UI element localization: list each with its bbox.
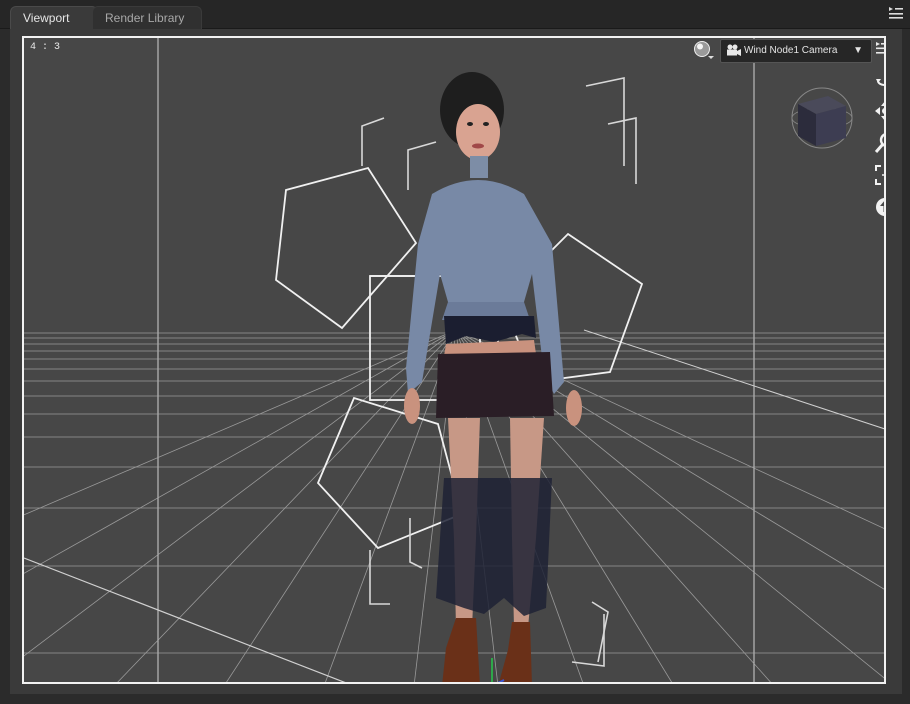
- camera-select[interactable]: Wind Node1 Camera ▼: [720, 39, 872, 63]
- scene-render[interactable]: [24, 38, 886, 684]
- tab-render-library[interactable]: Render Library: [92, 6, 202, 29]
- zoom-icon[interactable]: [874, 132, 886, 154]
- chevron-down-icon: ▼: [853, 45, 863, 56]
- camera-select-label: Wind Node1 Camera: [744, 45, 838, 56]
- list-menu-icon[interactable]: [876, 41, 886, 55]
- orbit-icon[interactable]: [874, 68, 886, 90]
- tab-viewport[interactable]: Viewport: [10, 6, 98, 29]
- sphere-shading-icon[interactable]: [693, 40, 715, 60]
- pan-icon[interactable]: [874, 100, 886, 122]
- panel-menu-icon[interactable]: [888, 6, 904, 20]
- 3d-viewport[interactable]: 4 : 3 Wind Node1 Camera ▼: [22, 36, 886, 684]
- video-camera-icon: [727, 44, 741, 56]
- navigation-cube[interactable]: [788, 84, 856, 152]
- navigation-tools: [874, 68, 886, 228]
- frame-icon[interactable]: [874, 164, 886, 186]
- aspect-ratio-label: 4 : 3: [30, 42, 61, 53]
- tab-bar: Viewport Render Library: [0, 0, 910, 29]
- reset-view-icon[interactable]: [874, 196, 886, 218]
